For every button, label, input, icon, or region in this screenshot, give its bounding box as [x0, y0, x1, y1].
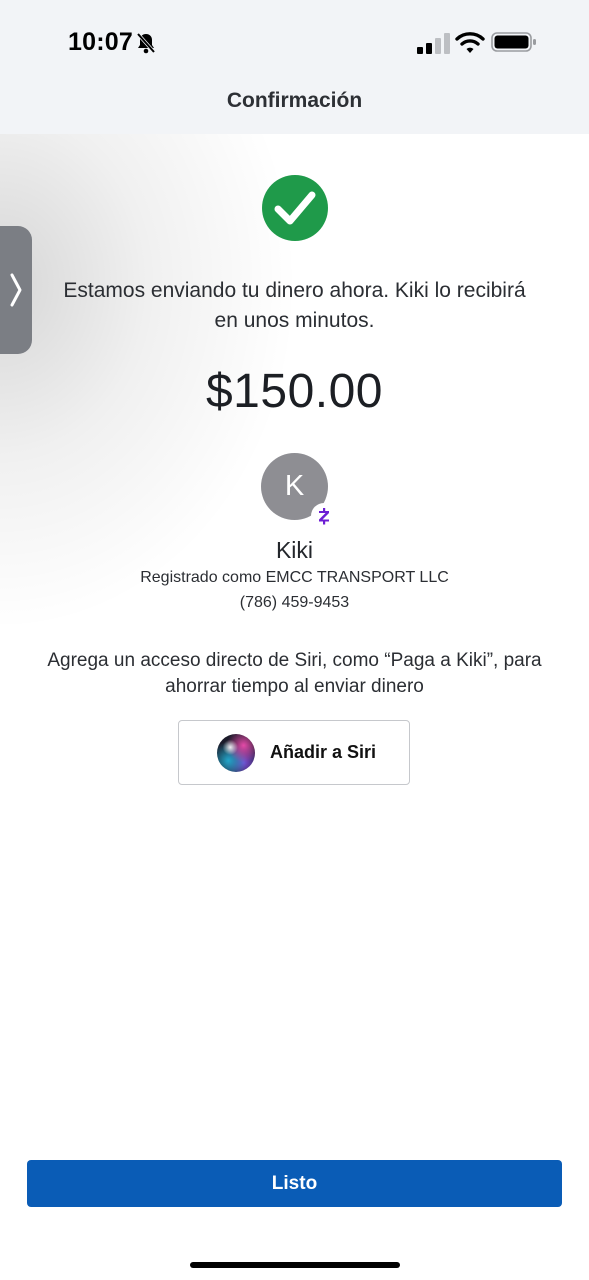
zelle-icon: [311, 503, 337, 529]
avatar-initial: K: [284, 470, 305, 502]
bell-slash-icon: [136, 32, 156, 54]
done-button-label: Listo: [271, 1172, 318, 1194]
side-panel-handle[interactable]: [0, 226, 32, 354]
check-circle-icon: [262, 175, 328, 241]
recipient-phone: (786) 459-9453: [239, 594, 350, 611]
battery-icon: [491, 32, 536, 52]
recipient-name: Kiki: [275, 537, 314, 563]
done-button[interactable]: Listo: [27, 1160, 562, 1207]
wifi-icon: [455, 32, 485, 53]
home-indicator[interactable]: [190, 1262, 400, 1268]
chevron-right-icon: [10, 273, 22, 307]
signal-icon: [417, 33, 450, 54]
confirmation-message: Estamos enviando tu dinero ahora. Kiki l…: [63, 279, 526, 332]
amount: $150.00: [205, 365, 383, 418]
add-to-siri-label: Añadir a Siri: [270, 742, 377, 762]
siri-icon: [217, 734, 255, 772]
header: 10:07 Confirmación: [0, 0, 589, 134]
add-to-siri-button[interactable]: Añadir a Siri: [178, 720, 410, 785]
siri-shortcut-message: Agrega un acceso directo de Siri, como “…: [47, 650, 542, 697]
status-time: 10:07: [68, 28, 133, 56]
page-title: Confirmación: [226, 89, 363, 112]
registered-as: Registrado como EMCC TRANSPORT LLC: [140, 569, 449, 586]
